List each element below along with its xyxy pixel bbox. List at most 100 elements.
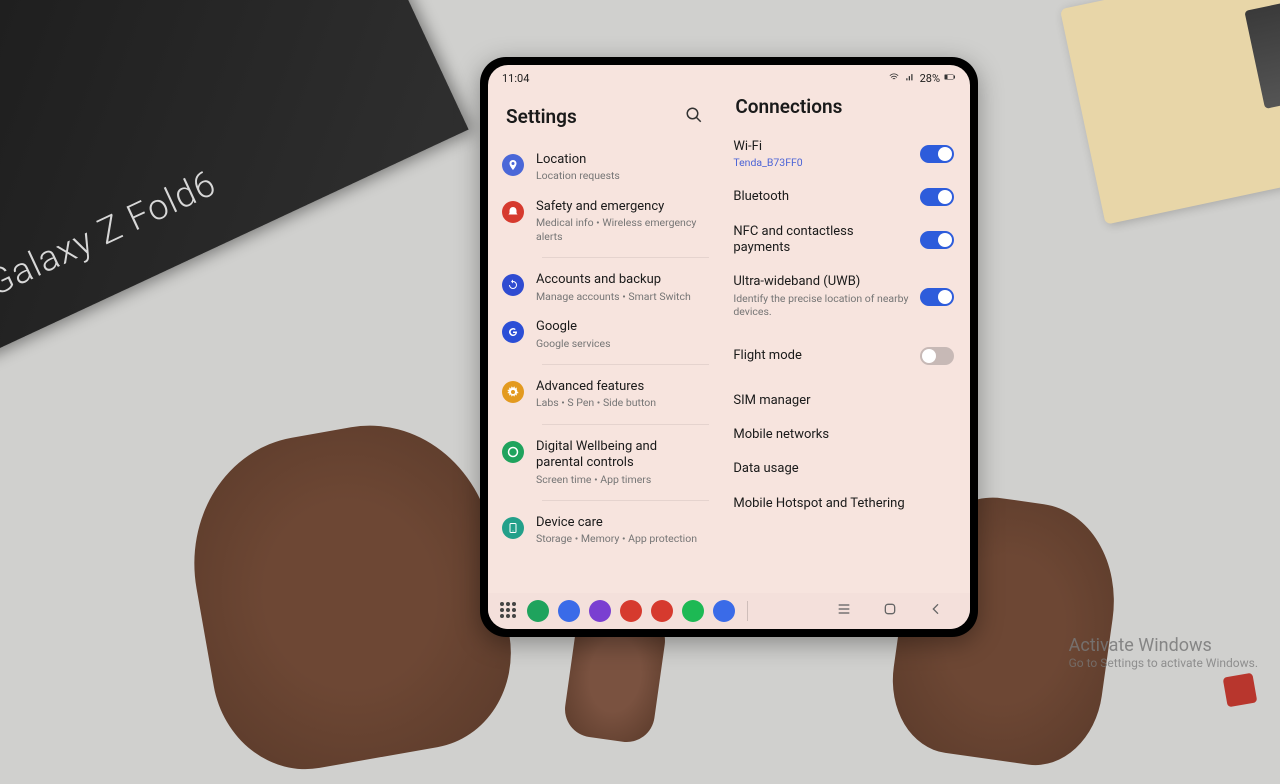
- recents-button[interactable]: [836, 601, 852, 621]
- device-box-prop: Galaxy Z Fold6: [0, 0, 469, 358]
- settings-list: LocationLocation requestsSafety and emer…: [498, 144, 709, 554]
- dock-app-shazam[interactable]: [713, 600, 735, 622]
- settings-item-device[interactable]: Device careStorage • Memory • App protec…: [498, 507, 709, 554]
- section-divider: [542, 364, 709, 365]
- content-split: Settings LocationLocation requestsSafety…: [488, 91, 970, 593]
- box-label: Galaxy Z Fold6: [0, 162, 223, 305]
- connections-item[interactable]: Data usage: [727, 452, 960, 486]
- hinge-prop: [1244, 3, 1280, 109]
- tablet-device: 11:04 28% Settings: [480, 57, 978, 637]
- connections-item-title: NFC and contactless payments: [733, 224, 910, 257]
- connections-item-title: Bluetooth: [733, 189, 910, 205]
- left-hand: [174, 406, 527, 783]
- toggle-switch[interactable]: [920, 347, 954, 365]
- settings-item-title: Digital Wellbeing and parental controls: [536, 439, 705, 472]
- corner-badge: [1223, 673, 1258, 708]
- settings-item-gear[interactable]: Advanced featuresLabs • S Pen • Side but…: [498, 371, 709, 418]
- connections-right-pane: Connections Wi-FiTenda_B73FF0 Bluetooth NF…: [719, 91, 970, 593]
- connections-item[interactable]: Bluetooth: [727, 179, 960, 215]
- settings-item-sub: Google services: [536, 337, 705, 351]
- settings-item-title: Accounts and backup: [536, 272, 705, 288]
- sync-icon: [502, 274, 524, 296]
- toggle-switch[interactable]: [920, 288, 954, 306]
- back-button[interactable]: [928, 601, 944, 621]
- toggle-switch[interactable]: [920, 145, 954, 163]
- connections-item[interactable]: Flight mode: [727, 338, 960, 374]
- settings-item-alert[interactable]: Safety and emergencyMedical info • Wirel…: [498, 191, 709, 252]
- nav-divider: [747, 601, 748, 621]
- watermark-title: Activate Windows: [1069, 635, 1258, 656]
- section-divider: [542, 500, 709, 501]
- section-gap: [727, 374, 960, 384]
- gear-icon: [502, 381, 524, 403]
- section-gap: [727, 328, 960, 338]
- wellbeing-icon: [502, 441, 524, 463]
- connections-item-sub: Identify the precise location of nearby …: [733, 292, 910, 319]
- connections-item-title: Ultra-wideband (UWB): [733, 274, 910, 290]
- app-drawer-icon[interactable]: [500, 602, 518, 620]
- dock-apps: [500, 600, 735, 622]
- status-right: 28%: [888, 72, 956, 85]
- connections-item[interactable]: Mobile networks: [727, 418, 960, 452]
- connections-item-sub: Tenda_B73FF0: [733, 156, 910, 170]
- connections-item-title: Flight mode: [733, 348, 910, 364]
- connections-item[interactable]: Wi-FiTenda_B73FF0: [727, 130, 960, 179]
- signal-icon: [904, 72, 916, 85]
- connections-list: Wi-FiTenda_B73FF0 Bluetooth NFC and contac…: [727, 130, 960, 521]
- settings-item-title: Google: [536, 319, 705, 335]
- connections-item-title: Wi-Fi: [733, 139, 910, 155]
- settings-left-pane: Settings LocationLocation requestsSafety…: [488, 91, 719, 593]
- dock-app-messages[interactable]: [558, 600, 580, 622]
- settings-item-sub: Location requests: [536, 169, 705, 183]
- settings-header: Settings: [498, 99, 709, 144]
- settings-item-wellbeing[interactable]: Digital Wellbeing and parental controlsS…: [498, 431, 709, 494]
- settings-item-title: Device care: [536, 515, 705, 531]
- settings-item-location[interactable]: LocationLocation requests: [498, 144, 709, 191]
- settings-item-title: Advanced features: [536, 379, 705, 395]
- settings-item-sync[interactable]: Accounts and backup Manage accounts • Sma…: [498, 264, 709, 311]
- settings-item-sub: Storage • Memory • App protection: [536, 532, 705, 546]
- alert-icon: [502, 201, 524, 223]
- settings-item-title: Location: [536, 152, 705, 168]
- toggle-switch[interactable]: [920, 188, 954, 206]
- dock-app-viber[interactable]: [589, 600, 611, 622]
- settings-item-google[interactable]: Google Google services: [498, 311, 709, 358]
- connections-title: Connections: [727, 95, 960, 130]
- connections-item-title: Data usage: [733, 461, 954, 477]
- device-icon: [502, 517, 524, 539]
- google-icon: [502, 321, 524, 343]
- settings-item-sub: Screen time • App timers: [536, 473, 705, 487]
- dock-app-spotify[interactable]: [682, 600, 704, 622]
- location-icon: [502, 154, 524, 176]
- settings-title: Settings: [506, 105, 577, 128]
- battery-icon: [944, 72, 956, 85]
- dock-app-phone[interactable]: [527, 600, 549, 622]
- connections-item-title: Mobile networks: [733, 427, 954, 443]
- nav-bar: [488, 593, 970, 629]
- connections-item[interactable]: NFC and contactless payments: [727, 215, 960, 266]
- connections-item[interactable]: Mobile Hotspot and Tethering: [727, 487, 960, 521]
- settings-item-sub: Manage accounts • Smart Switch: [536, 290, 705, 304]
- connections-item[interactable]: SIM manager: [727, 384, 960, 418]
- dock-app-emergency[interactable]: [620, 600, 642, 622]
- connections-item-title: SIM manager: [733, 393, 954, 409]
- screen: 11:04 28% Settings: [488, 65, 970, 629]
- section-divider: [542, 257, 709, 258]
- battery-text: 28%: [920, 72, 940, 85]
- search-icon[interactable]: [685, 106, 703, 128]
- watermark-sub: Go to Settings to activate Windows.: [1069, 656, 1258, 670]
- section-divider: [542, 424, 709, 425]
- status-time: 11:04: [502, 72, 529, 85]
- settings-item-sub: Medical info • Wireless emergency alerts: [536, 216, 705, 243]
- connections-item-title: Mobile Hotspot and Tethering: [733, 496, 954, 512]
- windows-watermark: Activate Windows Go to Settings to activ…: [1069, 635, 1258, 670]
- wifi-icon: [888, 72, 900, 85]
- system-nav: [836, 601, 958, 621]
- dock-app-instagram[interactable]: [651, 600, 673, 622]
- status-bar: 11:04 28%: [488, 65, 970, 91]
- toggle-switch[interactable]: [920, 231, 954, 249]
- home-button[interactable]: [882, 601, 898, 621]
- settings-item-title: Safety and emergency: [536, 199, 705, 215]
- settings-item-sub: Labs • S Pen • Side button: [536, 396, 705, 410]
- connections-item[interactable]: Ultra-wideband (UWB) Identify the precise…: [727, 265, 960, 328]
